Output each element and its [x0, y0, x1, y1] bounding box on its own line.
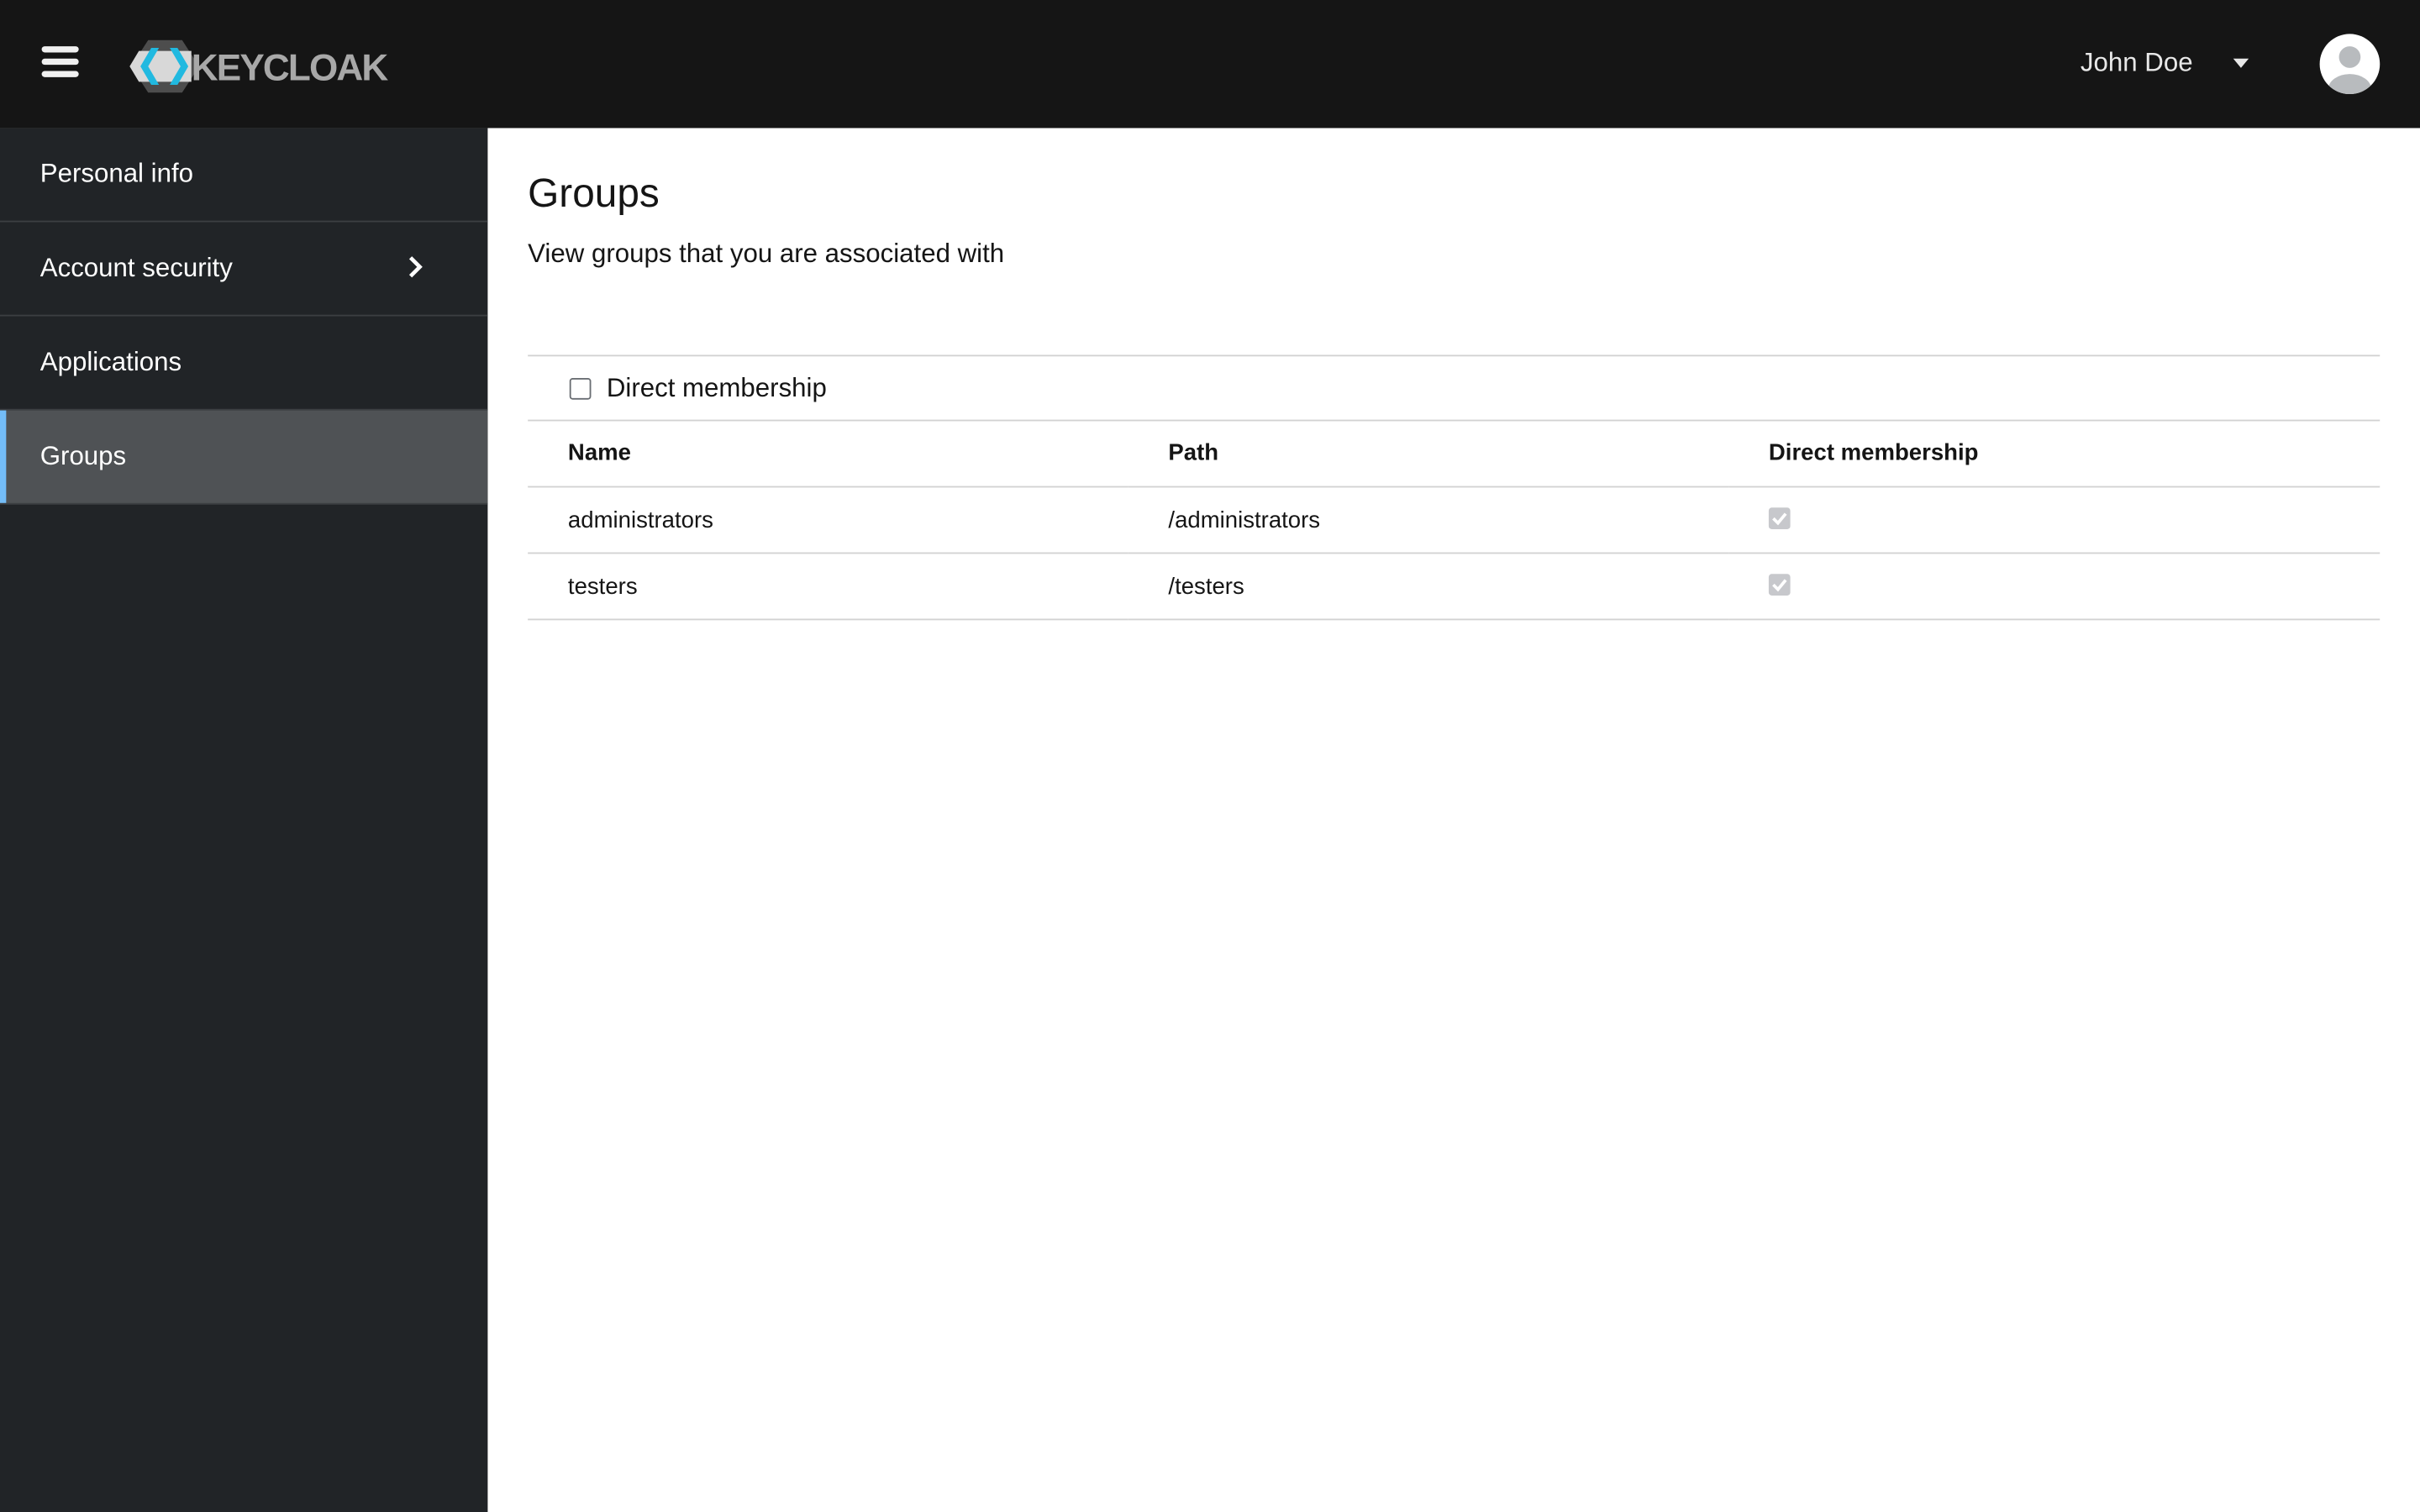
sidebar: Personal info Account security Applicati…	[0, 128, 488, 1512]
page-title: Groups	[528, 170, 660, 217]
user-name: John Doe	[2080, 47, 2193, 77]
group-name: administrators	[528, 486, 1128, 554]
user-dropdown[interactable]: John Doe	[2081, 48, 2249, 79]
caret-down-icon	[2233, 58, 2249, 68]
direct-membership-checkbox[interactable]	[569, 377, 592, 399]
nav-label: Applications	[39, 347, 182, 377]
direct-membership-checked-icon	[1768, 573, 1791, 596]
direct-membership-label[interactable]: Direct membership	[607, 373, 827, 404]
page-subtitle: View groups that you are associated with	[528, 239, 1005, 269]
group-path: /administrators	[1128, 486, 1729, 554]
direct-membership-checked-icon	[1768, 507, 1791, 529]
table-row: administrators /administrators	[528, 486, 2381, 554]
group-name: testers	[528, 553, 1128, 621]
masthead: KEYCLOAK John Doe	[0, 0, 2420, 129]
groups-table: Name Path Direct membership administrato…	[528, 419, 2381, 621]
group-path: /testers	[1128, 553, 1729, 621]
column-header-name: Name	[528, 419, 1128, 488]
column-header-direct-membership: Direct membership	[1728, 419, 2381, 488]
table-row: testers /testers	[528, 553, 2381, 621]
avatar[interactable]	[2319, 34, 2381, 95]
chevron-right-icon	[408, 256, 423, 278]
nav-label: Groups	[39, 441, 127, 471]
column-header-path: Path	[1128, 419, 1729, 488]
direct-membership-filter: Direct membership	[528, 354, 2381, 422]
sidebar-item-applications[interactable]: Applications	[0, 317, 488, 411]
sidebar-item-personal-info[interactable]: Personal info	[0, 128, 488, 223]
keycloak-logo: KEYCLOAK	[129, 39, 390, 93]
svg-text:KEYCLOAK: KEYCLOAK	[192, 48, 389, 89]
sidebar-item-account-security[interactable]: Account security	[0, 222, 488, 317]
nav-label: Account security	[39, 253, 233, 283]
nav-label: Personal info	[39, 159, 194, 189]
hamburger-menu-icon[interactable]	[41, 46, 79, 80]
sidebar-item-groups[interactable]: Groups	[0, 410, 488, 505]
